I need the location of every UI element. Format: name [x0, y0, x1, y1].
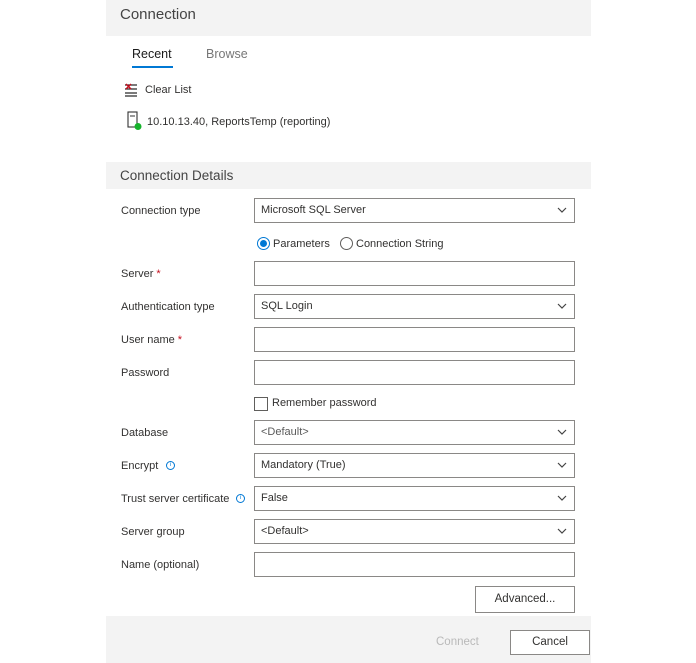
chevron-down-icon	[557, 528, 567, 534]
password-input[interactable]	[254, 360, 575, 385]
advanced-button[interactable]: Advanced...	[475, 586, 575, 613]
required-marker: *	[156, 268, 161, 280]
chevron-down-icon	[557, 207, 567, 213]
authentication-type-label: Authentication type	[121, 301, 215, 313]
connection-details-header: Connection Details	[106, 162, 591, 189]
parameters-radio[interactable]	[257, 237, 270, 250]
database-select[interactable]: <Default>	[254, 420, 575, 445]
clear-list-label: Clear List	[145, 84, 192, 96]
connection-type-select[interactable]: Microsoft SQL Server	[254, 198, 575, 223]
panel-header: Connection	[106, 0, 591, 36]
user-name-label-text: User name	[121, 334, 175, 346]
tab-browse[interactable]: Browse	[206, 47, 248, 61]
authentication-type-value: SQL Login	[261, 300, 313, 312]
remember-password-label: Remember password	[272, 397, 377, 409]
server-group-select[interactable]: <Default>	[254, 519, 575, 544]
server-input[interactable]	[254, 261, 575, 286]
encrypt-label: Encrypt	[121, 460, 159, 472]
name-input[interactable]	[254, 552, 575, 577]
connection-panel: Connection Recent Browse Clear List 10.1…	[106, 0, 591, 663]
server-label-text: Server	[121, 268, 154, 280]
connection-type-value: Microsoft SQL Server	[261, 204, 366, 216]
database-value: <Default>	[261, 426, 309, 438]
connect-button[interactable]: Connect	[436, 636, 479, 648]
trust-server-certificate-select[interactable]: False	[254, 486, 575, 511]
info-icon[interactable]: i	[236, 494, 245, 503]
trust-server-certificate-label: Trust server certificate	[121, 493, 230, 505]
trust-server-certificate-value: False	[261, 492, 288, 504]
clear-list-button[interactable]: Clear List	[124, 82, 224, 100]
info-icon[interactable]: i	[166, 461, 175, 470]
active-tab-indicator	[132, 66, 173, 68]
server-icon	[127, 111, 142, 130]
server-label: Server *	[121, 268, 161, 280]
chevron-down-icon	[557, 429, 567, 435]
server-group-label: Server group	[121, 526, 185, 538]
tab-recent[interactable]: Recent	[132, 47, 172, 61]
remember-password-checkbox[interactable]	[254, 397, 268, 411]
connection-string-radio[interactable]	[340, 237, 353, 250]
connection-string-radio-label: Connection String	[356, 238, 444, 250]
connection-details-title: Connection Details	[120, 168, 234, 183]
chevron-down-icon	[557, 462, 567, 468]
user-name-input[interactable]	[254, 327, 575, 352]
chevron-down-icon	[557, 495, 567, 501]
chevron-down-icon	[557, 303, 567, 309]
encrypt-select[interactable]: Mandatory (True)	[254, 453, 575, 478]
server-group-value: <Default>	[261, 525, 309, 537]
database-label: Database	[121, 427, 169, 439]
recent-connection-label: 10.10.13.40, ReportsTemp (reporting)	[147, 116, 331, 128]
user-name-label: User name *	[121, 334, 182, 346]
parameters-radio-label: Parameters	[273, 238, 330, 250]
name-optional-label: Name (optional)	[121, 559, 200, 571]
connected-status-icon	[134, 123, 142, 130]
clear-list-icon	[125, 83, 137, 97]
required-marker: *	[177, 334, 183, 346]
cancel-button[interactable]: Cancel	[510, 630, 590, 655]
authentication-type-select[interactable]: SQL Login	[254, 294, 575, 319]
panel-title: Connection	[120, 6, 196, 23]
recent-connection-item[interactable]: 10.10.13.40, ReportsTemp (reporting)	[126, 111, 366, 133]
encrypt-value: Mandatory (True)	[261, 459, 346, 471]
connection-type-label: Connection type	[121, 205, 201, 217]
password-label: Password	[121, 367, 170, 379]
